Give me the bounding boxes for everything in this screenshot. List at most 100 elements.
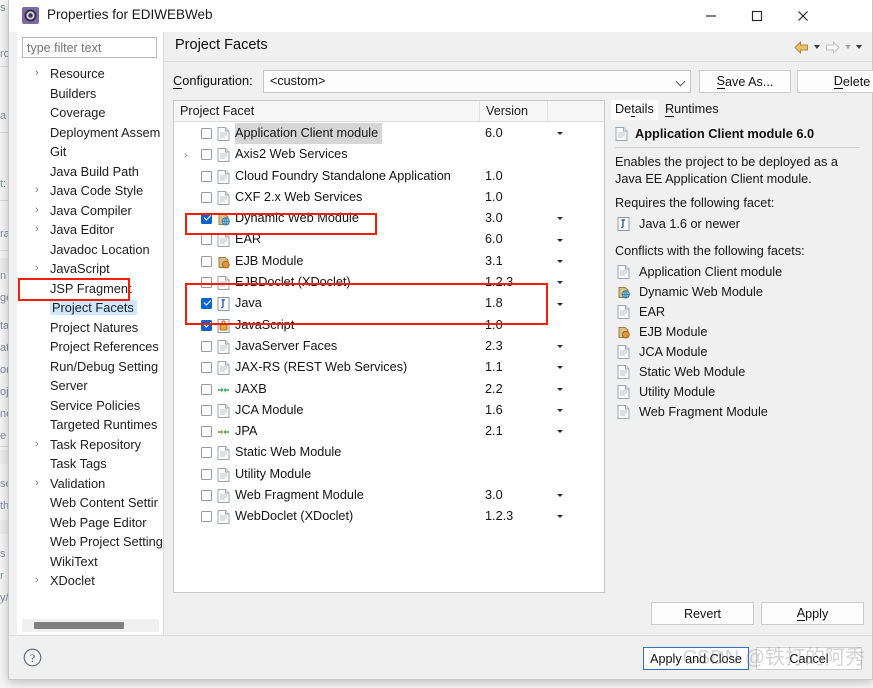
sidebar-item-builders[interactable]: Builders bbox=[17, 84, 163, 104]
version-dropdown-icon[interactable] bbox=[557, 123, 563, 144]
forward-arrow-icon[interactable] bbox=[823, 37, 842, 57]
chevron-right-icon[interactable]: › bbox=[35, 474, 39, 494]
facet-row-jca-module[interactable]: JCA Module 1.6 bbox=[174, 400, 604, 421]
sidebar-item-task-tags[interactable]: Task Tags bbox=[17, 454, 163, 474]
version-dropdown-icon[interactable] bbox=[557, 506, 563, 527]
tab-runtimes[interactable]: Runtimes bbox=[661, 100, 723, 120]
sidebar-item-git[interactable]: Git bbox=[17, 142, 163, 162]
sidebar-item-web-content-settir[interactable]: Web Content Settir bbox=[17, 493, 163, 513]
facet-row-jpa[interactable]: JPA 2.1 bbox=[174, 421, 604, 442]
version-dropdown-icon[interactable] bbox=[557, 485, 563, 506]
facets-table[interactable]: Project Facet Version Application Client… bbox=[173, 100, 605, 593]
filter-input[interactable] bbox=[22, 37, 157, 58]
facet-checkbox[interactable] bbox=[201, 234, 212, 246]
sidebar-item-coverage[interactable]: Coverage bbox=[17, 103, 163, 123]
sidebar-item-targeted-runtimes[interactable]: Targeted Runtimes bbox=[17, 415, 163, 435]
facet-checkbox[interactable] bbox=[201, 298, 212, 310]
sidebar-item-service-policies[interactable]: Service Policies bbox=[17, 396, 163, 416]
facets-table-rows[interactable]: Application Client module 6.0 › Axis2 Web S… bbox=[174, 123, 604, 592]
back-arrow-icon[interactable] bbox=[792, 37, 811, 57]
chevron-right-icon[interactable]: › bbox=[35, 220, 39, 240]
facet-checkbox[interactable] bbox=[201, 191, 212, 203]
facet-checkbox[interactable] bbox=[201, 213, 212, 225]
chevron-right-icon[interactable]: › bbox=[35, 64, 39, 84]
facet-row-webdoclet-xdoclet[interactable]: WebDoclet (XDoclet) 1.2.3 bbox=[174, 506, 604, 527]
facet-row-jaxb[interactable]: JAXB 2.2 bbox=[174, 379, 604, 400]
sidebar-item-jsp-fragment[interactable]: JSP Fragment bbox=[17, 279, 163, 299]
version-dropdown-icon[interactable] bbox=[557, 357, 563, 378]
version-dropdown-icon[interactable] bbox=[557, 272, 563, 293]
facet-checkbox[interactable] bbox=[201, 319, 212, 331]
sidebar-item-java-editor[interactable]: › Java Editor bbox=[17, 220, 163, 240]
sidebar-item-task-repository[interactable]: › Task Repository bbox=[17, 435, 163, 455]
facet-row-ejb-module[interactable]: EJB Module 3.1 bbox=[174, 251, 604, 272]
facet-checkbox[interactable] bbox=[201, 277, 212, 289]
chevron-right-icon[interactable]: › bbox=[35, 571, 39, 591]
close-button[interactable] bbox=[780, 0, 826, 31]
facet-checkbox[interactable] bbox=[201, 170, 212, 182]
facet-checkbox[interactable] bbox=[201, 128, 212, 139]
sidebar-item-javadoc-location[interactable]: Javadoc Location bbox=[17, 240, 163, 260]
sidebar-item-validation[interactable]: › Validation bbox=[17, 474, 163, 494]
version-dropdown-icon[interactable] bbox=[557, 293, 563, 314]
sidebar-item-deployment-assem[interactable]: Deployment Assem bbox=[17, 123, 163, 143]
version-dropdown-icon[interactable] bbox=[557, 379, 563, 400]
facet-row-utility-module[interactable]: Utility Module bbox=[174, 464, 604, 485]
delete-button[interactable]: Delete bbox=[797, 70, 873, 93]
facet-row-javaserver-faces[interactable]: JavaServer Faces 2.3 bbox=[174, 336, 604, 357]
chevron-right-icon[interactable]: › bbox=[35, 181, 39, 201]
sidebar-item-wikitext[interactable]: WikiText bbox=[17, 552, 163, 572]
chevron-right-icon[interactable]: › bbox=[35, 259, 39, 279]
facet-row-javascript[interactable]: JavaScript 1.0 bbox=[174, 315, 604, 336]
facet-checkbox[interactable] bbox=[201, 447, 212, 459]
column-header-blank[interactable] bbox=[547, 101, 605, 121]
facet-row-jax-rs-rest-web-services[interactable]: JAX-RS (REST Web Services) 1.1 bbox=[174, 357, 604, 378]
version-dropdown-icon[interactable] bbox=[557, 208, 563, 229]
maximize-button[interactable] bbox=[734, 0, 780, 31]
facet-row-dynamic-web-module[interactable]: Dynamic Web Module 3.0 bbox=[174, 208, 604, 229]
facet-checkbox[interactable] bbox=[201, 149, 212, 161]
facet-checkbox[interactable] bbox=[201, 255, 212, 267]
facet-checkbox[interactable] bbox=[201, 404, 212, 416]
settings-tree[interactable]: › Resource Builders Coverage Deployment Asse… bbox=[17, 64, 163, 613]
chevron-right-icon[interactable]: › bbox=[35, 435, 39, 455]
help-question-icon[interactable]: ? bbox=[23, 648, 42, 667]
configuration-combobox[interactable]: <custom> bbox=[263, 70, 691, 93]
sidebar-item-resource[interactable]: › Resource bbox=[17, 64, 163, 84]
sidebar-item-java-compiler[interactable]: › Java Compiler bbox=[17, 201, 163, 221]
sidebar-item-javascript[interactable]: › JavaScript bbox=[17, 259, 163, 279]
sidebar-item-web-project-setting[interactable]: Web Project Setting bbox=[17, 532, 163, 552]
version-dropdown-icon[interactable] bbox=[557, 336, 563, 357]
version-dropdown-icon[interactable] bbox=[557, 251, 563, 272]
facet-row-cxf-2-x-web-services[interactable]: CXF 2.x Web Services 1.0 bbox=[174, 187, 604, 208]
facet-row-ejbdoclet-xdoclet[interactable]: EJBDoclet (XDoclet) 1.2.3 bbox=[174, 272, 604, 293]
minimize-button[interactable] bbox=[688, 0, 734, 31]
facet-checkbox[interactable] bbox=[201, 511, 212, 523]
version-dropdown-icon[interactable] bbox=[557, 400, 563, 421]
version-dropdown-icon[interactable] bbox=[557, 421, 563, 442]
facet-row-ear[interactable]: EAR 6.0 bbox=[174, 229, 604, 250]
back-menu-caret-icon[interactable] bbox=[812, 37, 822, 57]
facet-row-application-client-module[interactable]: Application Client module 6.0 bbox=[174, 123, 604, 145]
facet-checkbox[interactable] bbox=[201, 426, 212, 438]
apply-and-close-button[interactable]: Apply and Close bbox=[643, 647, 749, 670]
overflow-caret-icon[interactable] bbox=[854, 37, 864, 57]
facet-row-java[interactable]: Java 1.8 bbox=[174, 293, 604, 314]
facet-checkbox[interactable] bbox=[201, 340, 212, 352]
column-header-version[interactable]: Version bbox=[479, 101, 547, 121]
forward-menu-caret-icon[interactable] bbox=[843, 37, 853, 57]
facet-checkbox[interactable] bbox=[201, 383, 212, 395]
version-dropdown-icon[interactable] bbox=[557, 229, 563, 250]
sidebar-item-project-facets[interactable]: Project Facets bbox=[17, 298, 163, 318]
chevron-right-icon[interactable]: › bbox=[184, 144, 188, 165]
apply-button[interactable]: Apply bbox=[761, 602, 864, 625]
facet-row-axis2-web-services[interactable]: › Axis2 Web Services bbox=[174, 144, 604, 165]
sidebar-item-xdoclet[interactable]: › XDoclet bbox=[17, 571, 163, 591]
facet-row-cloud-foundry-standalone-application[interactable]: Cloud Foundry Standalone Application 1.0 bbox=[174, 166, 604, 187]
column-header-project-facet[interactable]: Project Facet bbox=[174, 101, 479, 121]
revert-button[interactable]: Revert bbox=[651, 602, 754, 625]
facet-row-web-fragment-module[interactable]: Web Fragment Module 3.0 bbox=[174, 485, 604, 506]
facet-checkbox[interactable] bbox=[201, 362, 212, 374]
sidebar-item-java-build-path[interactable]: Java Build Path bbox=[17, 162, 163, 182]
tab-details[interactable]: Details bbox=[611, 100, 658, 120]
